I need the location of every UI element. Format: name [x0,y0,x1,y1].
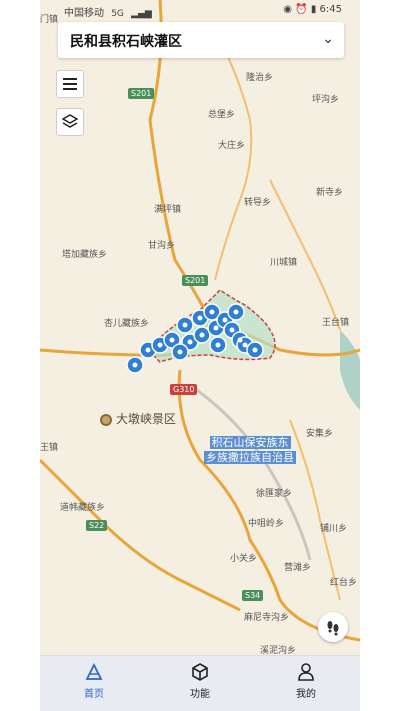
tab-mine-label: 我的 [296,689,316,700]
status-bar: 中国移动 5G ▂▄▆ ◉ ⏰ ▮ 6:45 [40,0,360,20]
place-label: 王台镇 [322,318,350,328]
eye-icon: ◉ [283,4,292,15]
place-label: 转导乡 [244,198,272,208]
person-icon [298,663,314,681]
footprint-button[interactable] [318,612,348,642]
chevron-down-icon: ⌄ [322,31,334,47]
county-label: 积石山保安族东 乡族撒拉族自治县 [190,435,310,465]
place-label: 坪沟乡 [312,95,340,105]
carrier-name: 中国移动 [64,8,104,19]
road-badge: S22 [86,520,108,531]
place-label: 杏儿藏族乡 [104,319,150,329]
region-title: 民和县积石峡灌区 [70,34,182,50]
app-screen: 门镇 隆治乡 总堡乡 坪沟乡 大庄乡 新寺乡 满坪镇 转导乡 甘沟乡 塔加藏族乡… [40,0,360,711]
county-line-2: 乡族撒拉族自治县 [204,451,296,464]
place-label: 营滩乡 [284,563,312,573]
place-label: 甘沟乡 [148,241,176,251]
place-label: 满坪镇 [154,205,182,215]
place-label: 安集乡 [306,429,334,439]
layers-button[interactable] [56,108,84,136]
cube-icon [192,663,208,681]
county-line-1: 积石山保安族东 [209,436,291,449]
place-label: 大庄乡 [218,141,246,151]
tab-home[interactable]: 首页 [54,662,134,700]
place-label: 新寺乡 [316,188,344,198]
place-label: 道帏藏族乡 [60,503,106,513]
tab-function-label: 功能 [190,689,210,700]
place-label: 红台乡 [330,578,358,588]
scenic-area-label: 大墩峡景区 [100,410,176,427]
place-label: 铺川乡 [320,524,348,534]
home-icon [85,662,103,680]
road-badge: S201 [182,275,209,286]
place-label: 川城镇 [270,258,298,268]
tab-home-label: 首页 [84,689,104,700]
alarm-icon: ⏰ [295,4,308,15]
scenic-name: 大墩峡景区 [116,412,177,426]
pin-layer [126,303,264,374]
tab-function[interactable]: 功能 [160,662,240,700]
bottom-tab-bar: 首页 功能 我的 [40,655,360,711]
orange-road-south [177,369,360,642]
status-right: ◉ ⏰ ▮ 6:45 [283,4,342,15]
road-badge: S201 [128,88,155,99]
place-label: 总堡乡 [208,110,236,120]
place-label: 中咀岭乡 [248,519,285,529]
gray-road [189,383,312,561]
scenic-icon [100,413,112,426]
battery-icon: ▮ [310,4,317,15]
map-view[interactable]: 门镇 隆治乡 总堡乡 坪沟乡 大庄乡 新寺乡 满坪镇 转导乡 甘沟乡 塔加藏族乡… [40,0,360,656]
pin-cluster[interactable] [40,0,360,400]
place-label: 隆治乡 [246,73,274,83]
road-badge: G310 [170,384,198,395]
orange-road-sw [40,458,241,612]
road-badge: S34 [242,590,264,601]
tab-mine[interactable]: 我的 [266,662,346,700]
network-type: 5G [111,9,124,19]
footprint-icon [327,621,339,636]
region-selector[interactable]: 民和县积石峡灌区 ⌄ [58,22,344,58]
carrier-info: 中国移动 5G ▂▄▆ [64,4,152,19]
place-label: 小关乡 [230,554,258,564]
place-label: 麻尼寺沟乡 [244,613,290,623]
place-label: 塔加藏族乡 [62,250,108,260]
menu-button[interactable] [56,70,84,98]
layers-icon [62,114,78,128]
place-label: 徐匯家乡 [256,489,293,499]
clock-time: 6:45 [319,4,342,15]
place-label: 王镇 [40,443,59,453]
signal-icon: ▂▄▆ [131,9,152,19]
hamburger-icon [63,78,77,90]
